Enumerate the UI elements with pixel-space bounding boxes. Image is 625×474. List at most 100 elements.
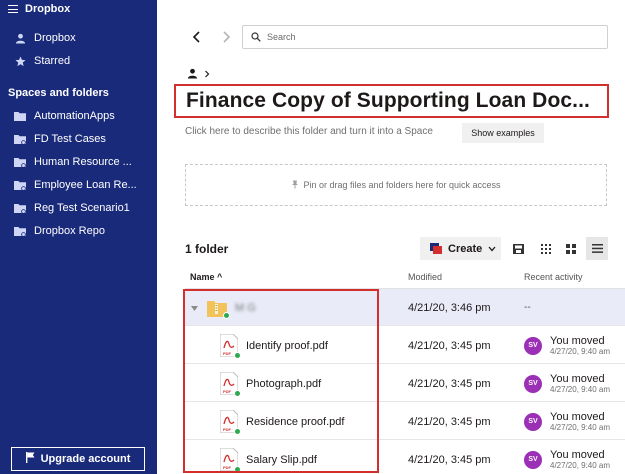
- column-header-activity[interactable]: Recent activity: [524, 272, 583, 282]
- row-modified: 4/21/20, 3:45 pm: [408, 377, 491, 390]
- sidebar-folder-dropbox-repo[interactable]: Dropbox Repo: [14, 222, 105, 240]
- sidebar-folder-automationapps[interactable]: AutomationApps: [14, 107, 115, 125]
- search-input[interactable]: [267, 32, 587, 42]
- chevron-right-icon: [222, 31, 230, 43]
- table-row-file[interactable]: PDF Residence proof.pdf 4/21/20, 3:45 pm…: [185, 403, 625, 440]
- svg-text:PDF: PDF: [223, 351, 232, 356]
- forward-button[interactable]: [216, 27, 236, 47]
- row-name-cell: PDF Photograph.pdf: [219, 365, 321, 402]
- save-icon: [512, 243, 524, 254]
- save-view-button[interactable]: [507, 237, 529, 260]
- page-title[interactable]: Finance Copy of Supporting Loan Doc...: [186, 89, 590, 113]
- shared-folder-icon: [14, 156, 26, 168]
- column-header-name[interactable]: Name ^: [190, 272, 222, 282]
- row-activity: SV You moved 4/27/20, 9:40 am: [524, 327, 610, 364]
- sidebar-item-label: Dropbox: [34, 32, 76, 44]
- grid-view-large-button[interactable]: [560, 237, 582, 260]
- avatar: SV: [524, 450, 542, 469]
- sidebar-item-label: Human Resource ...: [34, 156, 132, 168]
- row-name[interactable]: Photograph.pdf: [246, 378, 321, 390]
- grid-small-icon: [541, 243, 551, 254]
- chevron-right-icon: [204, 70, 210, 81]
- page-title-box: Finance Copy of Supporting Loan Doc...: [174, 84, 609, 118]
- section-title: Spaces and folders: [8, 87, 109, 99]
- create-icon: [430, 243, 442, 254]
- row-name[interactable]: Identify proof.pdf: [246, 340, 328, 352]
- avatar: SV: [524, 412, 542, 431]
- sidebar-folder-fd-test-cases[interactable]: FD Test Cases: [14, 130, 106, 148]
- sidebar-item-label: FD Test Cases: [34, 133, 106, 145]
- flag-icon: [25, 452, 35, 466]
- sidebar-item-starred[interactable]: Starred: [14, 52, 70, 70]
- table-row-file[interactable]: PDF Photograph.pdf 4/21/20, 3:45 pm SV Y…: [185, 365, 625, 402]
- sidebar-header[interactable]: Dropbox: [8, 2, 70, 16]
- row-modified: 4/21/20, 3:45 pm: [408, 453, 491, 466]
- chevron-left-icon: [192, 31, 200, 43]
- app-name: Dropbox: [25, 3, 71, 15]
- sidebar-folder-employee-loan[interactable]: Employee Loan Re...: [14, 176, 137, 194]
- search-box[interactable]: [242, 25, 608, 49]
- sidebar-item-label: Starred: [34, 55, 71, 67]
- grid-large-icon: [566, 243, 576, 254]
- column-header-modified[interactable]: Modified: [408, 272, 442, 282]
- row-name: M G: [235, 301, 256, 314]
- upgrade-account-button[interactable]: Upgrade account: [11, 447, 145, 471]
- chevron-down-icon: [488, 243, 496, 255]
- shared-folder-icon: [14, 202, 26, 214]
- column-header-name-label: Name: [190, 272, 215, 282]
- avatar: SV: [524, 336, 542, 355]
- sidebar-item-label: AutomationApps: [34, 110, 115, 122]
- synced-badge-icon: [234, 390, 241, 397]
- shared-folder-icon: [14, 133, 26, 145]
- zip-folder-icon: [207, 299, 230, 319]
- sort-ascending-icon: ^: [217, 272, 223, 282]
- activity-text: You moved: [550, 334, 605, 347]
- sidebar-item-label: Dropbox Repo: [34, 225, 105, 237]
- row-modified: 4/21/20, 3:45 pm: [408, 415, 491, 428]
- person-icon: [14, 32, 26, 44]
- search-icon: [251, 32, 261, 42]
- sidebar-folder-reg-test-scenario1[interactable]: Reg Test Scenario1: [14, 199, 130, 217]
- row-name[interactable]: Salary Slip.pdf: [246, 454, 317, 466]
- star-icon: [14, 55, 26, 67]
- svg-text:PDF: PDF: [223, 389, 232, 394]
- svg-text:PDF: PDF: [223, 427, 232, 432]
- activity-text: You moved: [550, 410, 605, 423]
- row-activity: SV You moved 4/27/20, 9:40 am: [524, 403, 610, 440]
- folder-count: 1 folder: [185, 242, 229, 256]
- sidebar-item-dropbox[interactable]: Dropbox: [14, 29, 76, 47]
- row-modified: 4/21/20, 3:46 pm: [408, 301, 491, 314]
- pdf-file-icon: PDF: [219, 371, 241, 397]
- row-name[interactable]: Residence proof.pdf: [246, 416, 344, 428]
- grid-view-small-button[interactable]: [535, 237, 557, 260]
- create-label: Create: [448, 242, 483, 255]
- list-view-button[interactable]: [586, 237, 608, 260]
- back-button[interactable]: [186, 27, 206, 47]
- row-activity: --: [524, 302, 531, 313]
- sidebar: Dropbox Dropbox Starred Spaces and folde…: [0, 0, 157, 474]
- table-row-file[interactable]: PDF Salary Slip.pdf 4/21/20, 3:45 pm SV …: [185, 441, 625, 474]
- person-icon[interactable]: [187, 68, 198, 82]
- upgrade-label: Upgrade account: [40, 453, 131, 465]
- activity-time: 4/27/20, 9:40 am: [550, 423, 611, 433]
- activity-time: 4/27/20, 9:40 am: [550, 385, 611, 395]
- synced-badge-icon: [234, 352, 241, 359]
- sidebar-folder-human-resource[interactable]: Human Resource ...: [14, 153, 132, 171]
- show-examples-button[interactable]: Show examples: [462, 123, 544, 143]
- pin-dropzone[interactable]: Pin or drag files and folders here for q…: [185, 164, 607, 206]
- create-button[interactable]: Create: [420, 237, 501, 260]
- folder-icon: [14, 110, 26, 122]
- table-row-folder[interactable]: M G 4/21/20, 3:46 pm --: [185, 289, 625, 326]
- avatar: SV: [524, 374, 542, 393]
- expand-caret-icon[interactable]: [191, 302, 198, 314]
- menu-icon[interactable]: [8, 5, 18, 13]
- pdf-file-icon: PDF: [219, 333, 241, 359]
- table-row-file[interactable]: PDF Identify proof.pdf 4/21/20, 3:45 pm …: [185, 327, 625, 364]
- folder-description[interactable]: Click here to describe this folder and t…: [185, 126, 433, 137]
- row-name-cell: PDF Identify proof.pdf: [219, 327, 328, 364]
- pdf-file-icon: PDF: [219, 409, 241, 435]
- row-activity: SV You moved 4/27/20, 9:40 am: [524, 441, 610, 474]
- row-name-cell: M G: [191, 289, 256, 326]
- row-name-cell: PDF Salary Slip.pdf: [219, 441, 317, 474]
- activity-text: You moved: [550, 448, 605, 461]
